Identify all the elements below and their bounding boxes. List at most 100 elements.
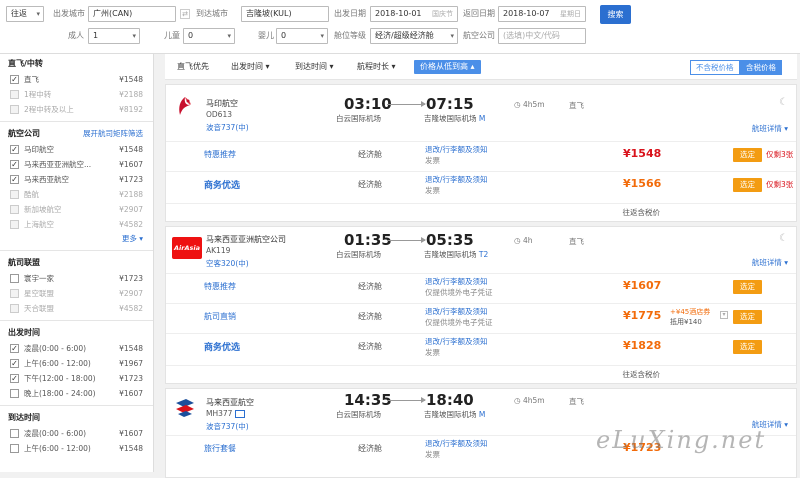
- checkbox[interactable]: [10, 389, 19, 398]
- aircraft-type[interactable]: 波音737(中): [206, 421, 249, 432]
- fare-price: ¥1566: [623, 177, 662, 190]
- checkbox-checked[interactable]: ✓: [10, 374, 19, 383]
- fare-rules[interactable]: 退改/行李额及须知 发票: [425, 144, 488, 166]
- filter-option-label: 寰宇一家: [24, 274, 54, 283]
- fare-rules-link[interactable]: 退改/行李额及须知: [425, 277, 488, 286]
- child-select[interactable]: 0 ▾: [183, 28, 235, 44]
- aircraft-type[interactable]: 空客320(中): [206, 258, 249, 269]
- filter-option[interactable]: ✓ 凌晨(0:00 - 6:00) ¥1548: [0, 341, 153, 356]
- trip-type-select[interactable]: 往返 ▾: [6, 6, 44, 22]
- cabin-select[interactable]: 经济/超级经济舱 ▾: [370, 28, 458, 44]
- tax-toggle-exclude[interactable]: 不含税价格: [690, 60, 740, 75]
- checkbox[interactable]: [10, 105, 19, 114]
- checkbox[interactable]: [10, 205, 19, 214]
- filter-option[interactable]: ✓ 上午(6:00 - 12:00) ¥1967: [0, 356, 153, 371]
- fare-rules-link[interactable]: 退改/行李额及须知: [425, 439, 488, 448]
- filter-option[interactable]: ✓ 马印航空 ¥1548: [0, 142, 153, 157]
- business-select-logo[interactable]: 商务优选: [204, 178, 240, 191]
- sort-direct-first[interactable]: 直飞优先: [177, 60, 209, 74]
- checkbox[interactable]: [10, 220, 19, 229]
- checkbox[interactable]: [10, 304, 19, 313]
- filter-option-price: ¥4582: [119, 304, 143, 313]
- filter-option[interactable]: 寰宇一家 ¥1723: [0, 271, 153, 286]
- fare-label[interactable]: 航司直销: [204, 311, 236, 322]
- select-button[interactable]: 选定: [733, 148, 762, 162]
- search-button[interactable]: 搜索: [600, 5, 631, 24]
- filter-option[interactable]: ✓ 直飞 ¥1548: [0, 72, 153, 87]
- to-city-input[interactable]: 吉隆坡(KUL): [241, 6, 329, 22]
- filter-option[interactable]: 2程中转及以上 ¥8192: [0, 102, 153, 117]
- adult-select[interactable]: 1 ▾: [88, 28, 140, 44]
- checkbox[interactable]: [10, 289, 19, 298]
- filter-option[interactable]: 新加坡航空 ¥2907: [0, 202, 153, 217]
- flight-detail-link[interactable]: 航班详情 ▾: [752, 257, 788, 268]
- airline-input[interactable]: (选填)中文/代码: [498, 28, 586, 44]
- adult-value: 1: [93, 31, 99, 40]
- fare-label[interactable]: 特惠推荐: [204, 149, 236, 160]
- checkbox-checked[interactable]: ✓: [10, 160, 19, 169]
- filter-alliance-title: 航司联盟: [8, 258, 40, 267]
- fare-label[interactable]: 旅行套餐: [204, 443, 236, 454]
- filter-option[interactable]: 1程中转 ¥2188: [0, 87, 153, 102]
- select-button[interactable]: 选定: [733, 178, 762, 192]
- fare-label[interactable]: 特惠推荐: [204, 281, 236, 292]
- sort-price-low[interactable]: 价格从低到高 ▴: [414, 60, 481, 74]
- sort-arrive-time[interactable]: 到达时间 ▾: [295, 60, 334, 74]
- fare-rules-link[interactable]: 退改/行李额及须知: [425, 175, 488, 184]
- swap-cities-icon[interactable]: ⇄: [180, 9, 190, 19]
- sort-depart-time[interactable]: 出发时间 ▾: [231, 60, 270, 74]
- filter-option-label: 凌晨(0:00 - 6:00): [24, 429, 87, 438]
- select-button[interactable]: 选定: [733, 310, 762, 324]
- depart-date-value: 2018-10-01: [375, 9, 422, 18]
- fare-rules[interactable]: 退改/行李额及须知 仅提供境外电子凭证: [425, 306, 493, 328]
- chevron-down-icon[interactable]: ▾: [720, 311, 728, 319]
- chevron-down-icon: ▾: [784, 420, 788, 429]
- aircraft-type[interactable]: 波音737(中): [206, 122, 249, 133]
- fare-rules-link[interactable]: 退改/行李额及须知: [425, 307, 488, 316]
- filter-option[interactable]: ✓ 马来西亚亚洲航空... ¥1607: [0, 157, 153, 172]
- airline-matrix-link[interactable]: 展开航司矩阵筛选: [83, 126, 143, 142]
- checkbox[interactable]: [10, 90, 19, 99]
- fare-rules[interactable]: 退改/行李额及须知 发票: [425, 438, 488, 460]
- checkbox-checked[interactable]: ✓: [10, 359, 19, 368]
- infant-select[interactable]: 0 ▾: [276, 28, 328, 44]
- filter-option[interactable]: 晚上(18:00 - 24:00) ¥1607: [0, 386, 153, 401]
- checkbox[interactable]: [10, 444, 19, 453]
- filter-option[interactable]: 天合联盟 ¥4582: [0, 301, 153, 316]
- flight-detail-link[interactable]: 航班详情 ▾: [752, 123, 788, 134]
- fare-rules-link[interactable]: 退改/行李额及须知: [425, 145, 488, 154]
- filter-option[interactable]: 上海航空 ¥4582: [0, 217, 153, 232]
- checkbox[interactable]: [10, 429, 19, 438]
- checkbox-checked[interactable]: ✓: [10, 175, 19, 184]
- filter-option[interactable]: 酷航 ¥2188: [0, 187, 153, 202]
- checkbox[interactable]: [10, 190, 19, 199]
- from-city-input[interactable]: 广州(CAN): [88, 6, 176, 22]
- filter-option[interactable]: 上午(6:00 - 12:00) ¥1548: [0, 441, 153, 456]
- checkbox-checked[interactable]: ✓: [10, 344, 19, 353]
- filter-option[interactable]: ✓ 马来西亚航空 ¥1723: [0, 172, 153, 187]
- select-button[interactable]: 选定: [733, 340, 762, 354]
- tax-toggle-include[interactable]: 含税价格: [740, 60, 782, 75]
- fare-row: 特惠推荐 经济舱 退改/行李额及须知 仅提供境外电子凭证 ¥1607 选定: [166, 273, 796, 298]
- filter-option[interactable]: 星空联盟 ¥2907: [0, 286, 153, 301]
- sort-duration[interactable]: 航程时长 ▾: [357, 60, 396, 74]
- checkbox[interactable]: [10, 274, 19, 283]
- depart-date-input[interactable]: 2018-10-01 国庆节: [370, 6, 458, 22]
- return-date-input[interactable]: 2018-10-07 星期日: [498, 6, 586, 22]
- filter-option-label: 马来西亚航空: [24, 175, 69, 184]
- business-select-logo[interactable]: 商务优选: [204, 340, 240, 353]
- fare-rules-link[interactable]: 退改/行李额及须知: [425, 337, 488, 346]
- checkbox-checked[interactable]: ✓: [10, 75, 19, 84]
- more-airlines-link[interactable]: 更多 ▾: [0, 232, 153, 246]
- fare-rules[interactable]: 退改/行李额及须知 仅提供境外电子凭证: [425, 276, 493, 298]
- select-button[interactable]: 选定: [733, 280, 762, 294]
- checkbox-checked[interactable]: ✓: [10, 145, 19, 154]
- airline-name: 马来西亚亚洲航空公司: [206, 235, 286, 244]
- filter-option[interactable]: 凌晨(0:00 - 6:00) ¥1607: [0, 426, 153, 441]
- from-label: 出发城市: [53, 9, 85, 18]
- fare-cabin: 经济舱: [358, 342, 382, 351]
- fare-rules[interactable]: 退改/行李额及须知 发票: [425, 174, 488, 196]
- filter-option[interactable]: ✓ 下午(12:00 - 18:00) ¥1723: [0, 371, 153, 386]
- fare-rules[interactable]: 退改/行李额及须知 发票: [425, 336, 488, 358]
- fare-price: ¥1828: [623, 339, 662, 352]
